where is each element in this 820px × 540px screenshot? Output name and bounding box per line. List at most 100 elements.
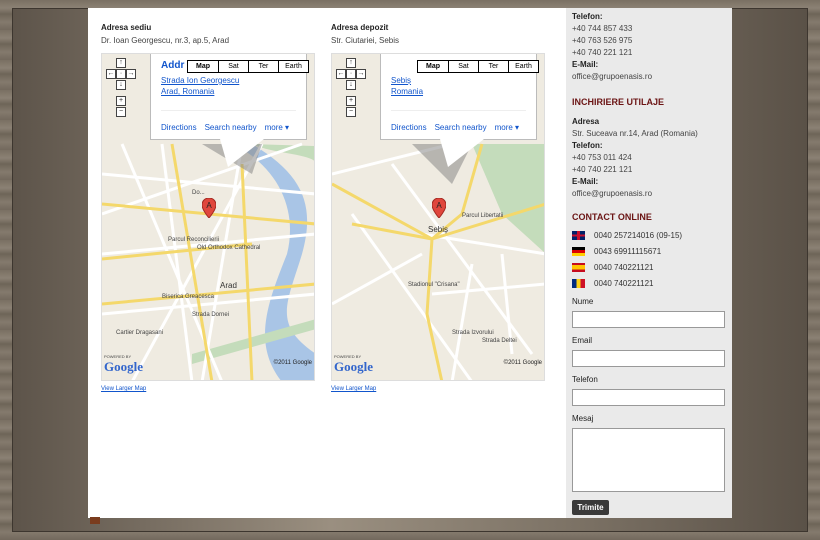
name-label: Nume [572,297,594,306]
google-text: Google [334,359,373,374]
pan-left-icon[interactable]: ← [106,69,116,79]
map-label: Strada Izvorului [452,330,494,336]
romania-flag-icon [572,279,585,288]
message-label: Mesaj [572,414,594,423]
language-row: 0043 69911115671 [572,247,726,256]
google-logo-icon[interactable]: POWERED BY Google [104,352,154,374]
phone-label: Telefon: [572,12,603,21]
popup-tail [220,139,264,167]
map-type-map[interactable]: Map [188,61,218,72]
submit-button[interactable]: Trimite [572,500,609,515]
pan-up-icon[interactable]: ↑ [116,58,126,68]
map-label: Arad [220,281,237,290]
email-label: E-Mail: [572,177,599,186]
map-type-selector: Map Sat Ter Earth [417,60,539,73]
pan-right-icon[interactable]: → [356,69,366,79]
popup-divider [161,110,296,111]
phone-number: +40 740 221 121 [572,165,633,174]
map-copyright: ©2011 Google [273,360,312,366]
name-field[interactable] [572,311,725,328]
map-label: Stadionul "Crisana" [408,282,460,288]
map-label: Strada Dornei [192,312,229,318]
phone-number: +40 744 857 433 [572,24,633,33]
pan-center-icon[interactable]: · [346,69,356,79]
view-larger-map-link[interactable]: View Larger Map [331,386,376,392]
map-marker-icon[interactable]: A [202,198,216,218]
warehouse-map[interactable]: Sebiș Parcul Libertatii Stadionul "Crisa… [331,53,545,381]
zoom-in-icon[interactable]: + [346,96,356,106]
phone-label: Telefon: [572,141,603,150]
popup-city-link[interactable]: Arad, Romania [161,87,214,96]
zoom-out-icon[interactable]: − [116,107,126,117]
language-phone: 0040 740221121 [594,279,654,288]
phone-field[interactable] [572,389,725,406]
popup-divider [391,110,526,111]
zoom-out-icon[interactable]: − [346,107,356,117]
google-text: Google [104,359,143,374]
map-type-earth[interactable]: Earth [508,61,538,72]
language-row: 0040 740221121 [572,279,726,288]
search-nearby-link[interactable]: Search nearby [205,123,257,132]
phone-number: +40 763 526 975 [572,36,633,45]
contact-sidebar: Telefon: +40 744 857 433 +40 763 526 975… [566,8,732,518]
map-label: Sebiș [428,225,448,234]
popup-actions: Directions Search nearby more ▾ [161,123,289,132]
pan-down-icon[interactable]: ↓ [116,80,126,90]
map-type-selector: Map Sat Ter Earth [187,60,309,73]
directions-link[interactable]: Directions [391,123,427,132]
phone-number: +40 753 011 424 [572,153,632,162]
office-address-title: Adresa sediu [101,23,152,32]
map-type-sat[interactable]: Sat [218,61,248,72]
svg-text:A: A [206,201,212,210]
map-type-earth[interactable]: Earth [278,61,308,72]
rental-address: Str. Suceava nr.14, Arad (Romania) [572,129,698,138]
message-field[interactable] [572,428,725,492]
pan-down-icon[interactable]: ↓ [346,80,356,90]
map-label: Old Orthodox Cathedral [197,245,260,251]
language-phone: 0040 257214016 (09-15) [594,231,683,240]
map-label: Biserica Greacesca [162,294,215,300]
popup-city-link[interactable]: Sebiș [391,76,411,85]
map-type-map[interactable]: Map [418,61,448,72]
pan-right-icon[interactable]: → [126,69,136,79]
uk-flag-icon [572,231,585,240]
address-label: Adresa [572,117,600,126]
corner-decoration [90,517,100,524]
popup-tail [440,139,484,167]
phone-field-label: Telefon [572,375,598,384]
map-type-sat[interactable]: Sat [448,61,478,72]
pan-left-icon[interactable]: ← [336,69,346,79]
map-marker-icon[interactable]: A [432,198,446,218]
germany-flag-icon [572,247,585,256]
rental-heading: INCHIRIERE UTILAJE [572,97,665,107]
map-type-ter[interactable]: Ter [248,61,278,72]
warehouse-address-section: Adresa depozit Str. Ciutariei, Sebis Seb… [331,8,551,392]
email-field[interactable] [572,350,725,367]
warehouse-address-title: Adresa depozit [331,23,389,32]
email-field-label: Email [572,336,593,345]
view-larger-map-link[interactable]: View Larger Map [101,386,146,392]
more-link[interactable]: more ▾ [495,123,519,132]
google-logo-icon[interactable]: POWERED BY Google [334,352,384,374]
office-address-text: Dr. Ioan Georgescu, nr.3, ap.5, Arad [101,36,230,45]
more-link[interactable]: more ▾ [265,123,289,132]
map-label: Strada Deltei [482,338,517,344]
phone-number: +40 740 221 121 [572,48,633,57]
zoom-in-icon[interactable]: + [116,96,126,106]
popup-street-link[interactable]: Strada Ion Georgescu [161,76,239,85]
popup-country-link[interactable]: Romania [391,87,423,96]
spain-flag-icon [572,263,585,272]
pan-up-icon[interactable]: ↑ [346,58,356,68]
language-row: 0040 740221121 [572,263,726,272]
warehouse-address-text: Str. Ciutariei, Sebis [331,36,400,45]
page-content: Adresa sediu Dr. Ioan Georgescu, nr.3, a… [88,8,732,518]
directions-link[interactable]: Directions [161,123,197,132]
office-map[interactable]: Do... Old Orthodox Cathedral Parcul Reco… [101,53,315,381]
language-phone: 0040 740221121 [594,263,654,272]
map-type-ter[interactable]: Ter [478,61,508,72]
map-label: Parcul Libertatii [462,213,503,219]
popup-actions: Directions Search nearby more ▾ [391,123,519,132]
pan-center-icon[interactable]: · [116,69,126,79]
search-nearby-link[interactable]: Search nearby [435,123,487,132]
map-copyright: ©2011 Google [503,360,542,366]
